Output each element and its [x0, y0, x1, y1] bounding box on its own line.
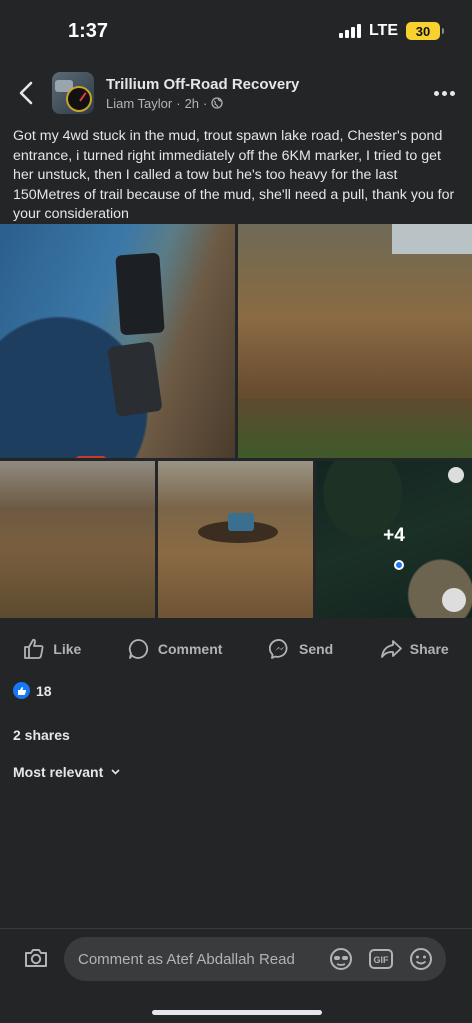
photo-detail	[392, 224, 472, 254]
more-options-button[interactable]	[416, 66, 472, 120]
comment-sort-dropdown[interactable]: Most relevant	[13, 764, 120, 780]
post-header: Trillium Off-Road Recovery Liam Taylor ·…	[0, 66, 472, 120]
comment-label: Comment	[157, 641, 223, 657]
author-name[interactable]: Liam Taylor	[106, 96, 172, 111]
status-time: 1:37	[68, 19, 109, 42]
photo-detail	[107, 341, 163, 417]
comment-input-icons: GIF	[328, 946, 446, 972]
back-button[interactable]	[0, 66, 52, 120]
gif-icon[interactable]: GIF	[368, 946, 394, 972]
like-button[interactable]: Like	[23, 638, 81, 660]
post-photo-2[interactable]	[238, 224, 472, 458]
comment-input[interactable]: Comment as Atef Abdallah Read GIF	[64, 937, 446, 981]
status-indicators: LTE 30	[338, 22, 444, 40]
shares-count[interactable]: 2 shares	[13, 727, 70, 743]
header-text: Trillium Off-Road Recovery Liam Taylor ·…	[106, 76, 416, 111]
chevron-left-icon	[19, 81, 33, 105]
post-actions: Like Comment Send Share	[0, 630, 472, 668]
globe-icon	[211, 97, 224, 109]
share-button[interactable]: Share	[380, 638, 449, 660]
post-meta: Liam Taylor · 2h ·	[106, 96, 416, 111]
comment-button[interactable]: Comment	[128, 638, 223, 660]
reactions-summary[interactable]: 18	[13, 682, 52, 699]
sort-label: Most relevant	[13, 764, 104, 780]
meta-separator: ·	[176, 95, 181, 111]
chevron-down-icon	[111, 769, 120, 775]
share-label: Share	[409, 641, 449, 657]
like-label: Like	[53, 641, 82, 657]
thumbs-up-icon	[24, 638, 44, 659]
page-avatar[interactable]	[52, 72, 94, 114]
svg-text:GIF: GIF	[374, 955, 390, 965]
compass-icon	[448, 467, 464, 483]
post-time[interactable]: 2h	[185, 96, 199, 111]
photo-detail	[115, 252, 165, 336]
share-icon	[380, 640, 402, 658]
map-pin-icon	[394, 560, 404, 570]
comment-placeholder: Comment as Atef Abdallah Read	[78, 950, 295, 968]
reaction-count: 18	[36, 682, 52, 699]
post-photo-map[interactable]: +4	[316, 461, 472, 618]
camera-icon	[25, 949, 47, 967]
emoji-icon[interactable]	[408, 946, 434, 972]
comment-icon	[128, 639, 148, 659]
network-label: LTE	[368, 22, 398, 39]
avatar-sticker-icon[interactable]	[328, 946, 354, 972]
page-name[interactable]: Trillium Off-Road Recovery	[106, 76, 416, 93]
send-label: Send	[298, 641, 334, 657]
messenger-icon	[268, 639, 288, 659]
camera-button[interactable]	[22, 944, 50, 972]
meta-separator-2: ·	[203, 95, 208, 111]
post-photo-1[interactable]	[0, 224, 235, 458]
send-button[interactable]: Send	[268, 638, 334, 660]
locate-icon	[442, 588, 466, 612]
post-text: Got my 4wd stuck in the mud, trout spawn…	[13, 128, 455, 222]
battery-icon: 30	[406, 22, 444, 40]
avatar-gauge-graphic	[66, 86, 92, 112]
more-photos-count: +4	[383, 525, 405, 546]
signal-icon	[338, 24, 361, 38]
post-photo-4[interactable]	[158, 461, 313, 618]
status-bar: 1:37 LTE 30	[0, 0, 472, 62]
home-indicator	[152, 1010, 322, 1015]
photo-detail	[238, 398, 472, 458]
photo-detail	[228, 513, 254, 531]
comment-composer: Comment as Atef Abdallah Read GIF	[0, 928, 472, 1023]
like-reaction-icon	[13, 682, 30, 699]
photo-detail	[76, 456, 106, 458]
post-photo-3[interactable]	[0, 461, 155, 618]
